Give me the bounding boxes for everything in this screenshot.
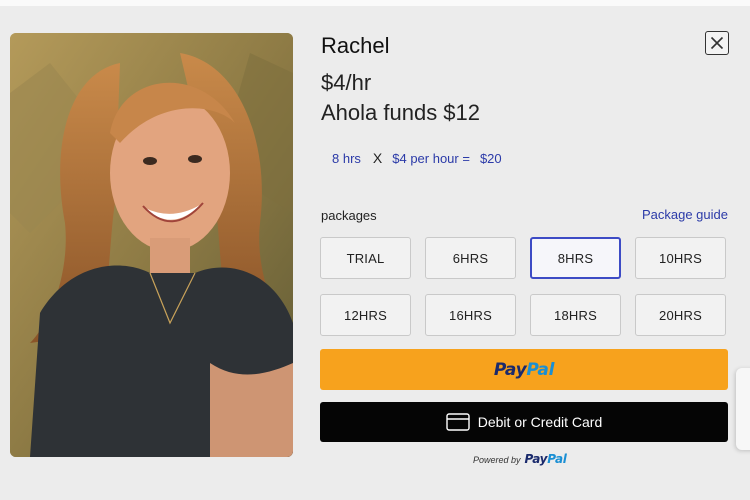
powered-paypal-logo: PayPal bbox=[525, 452, 567, 466]
close-icon bbox=[710, 36, 724, 50]
calc-multiply: X bbox=[372, 150, 383, 166]
calc-hours: 8 hrs bbox=[332, 151, 361, 166]
profile-photo bbox=[10, 33, 293, 457]
paypal-logo-pal: Pal bbox=[526, 359, 555, 380]
package-option-16hrs[interactable]: 16HRS bbox=[425, 294, 516, 336]
powered-by-text: Powered by bbox=[473, 455, 521, 465]
funds-balance: Ahola funds $12 bbox=[321, 100, 481, 125]
card-payment-label: Debit or Credit Card bbox=[477, 414, 603, 430]
package-option-12hrs[interactable]: 12HRS bbox=[320, 294, 411, 336]
side-panel-edge bbox=[736, 368, 750, 450]
paypal-button[interactable]: PayPal bbox=[320, 349, 728, 390]
card-payment-button[interactable]: Debit or Credit Card bbox=[320, 402, 728, 442]
credit-card-icon bbox=[446, 413, 470, 431]
package-option-6hrs[interactable]: 6HRS bbox=[425, 237, 516, 279]
package-option-10hrs[interactable]: 10HRS bbox=[635, 237, 726, 279]
package-option-trial[interactable]: TRIAL bbox=[320, 237, 411, 279]
calc-per-hour: $4 per hour = bbox=[392, 151, 470, 166]
packages-label: packages bbox=[321, 208, 377, 223]
hourly-rate: $4/hr bbox=[321, 70, 372, 95]
powered-logo-pal: Pal bbox=[547, 452, 567, 466]
profile-photo-illustration bbox=[10, 33, 293, 457]
top-strip bbox=[0, 0, 750, 6]
calc-total: $20 bbox=[479, 151, 502, 166]
price-calculation: 8 hrs X $4 per hour = $20 bbox=[332, 150, 502, 167]
paypal-logo-pay: Pay bbox=[493, 359, 527, 380]
provider-name: Rachel bbox=[321, 33, 390, 58]
paypal-logo: PayPal bbox=[493, 359, 555, 380]
package-option-20hrs[interactable]: 20HRS bbox=[635, 294, 726, 336]
package-grid: TRIAL 6HRS 8HRS 10HRS 12HRS 16HRS 18HRS … bbox=[320, 237, 726, 336]
package-option-18hrs[interactable]: 18HRS bbox=[530, 294, 621, 336]
powered-by-paypal: Powered by PayPal bbox=[473, 452, 567, 466]
close-button[interactable] bbox=[705, 31, 729, 55]
package-guide-link[interactable]: Package guide bbox=[642, 207, 728, 222]
powered-logo-pay: Pay bbox=[524, 452, 548, 466]
package-option-8hrs[interactable]: 8HRS bbox=[530, 237, 621, 279]
